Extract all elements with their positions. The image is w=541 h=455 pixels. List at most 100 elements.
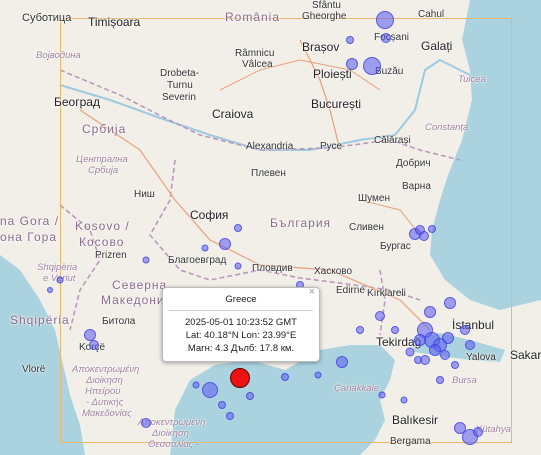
earthquake-dot[interactable] xyxy=(414,334,426,346)
city-label: Timișoara xyxy=(88,15,141,29)
earthquake-dot[interactable] xyxy=(391,326,399,334)
earthquake-dot[interactable] xyxy=(428,225,436,233)
country-label: она Гора xyxy=(0,230,58,244)
city-label: Сливен xyxy=(349,222,384,233)
city-label: Благоевград xyxy=(168,255,227,266)
earthquake-dot[interactable] xyxy=(226,412,234,420)
earthquake-popup: × Greece 2025-05-01 10:23:52 GMT Lat: 40… xyxy=(162,286,320,362)
earthquake-dot[interactable] xyxy=(376,11,394,29)
city-label: Варна xyxy=(402,181,431,192)
city-label: Русе xyxy=(320,141,343,152)
country-label: Kosovo / xyxy=(75,219,130,233)
earthquake-dot[interactable] xyxy=(442,332,454,344)
popup-divider xyxy=(169,310,313,311)
city-label: Београд xyxy=(54,95,100,109)
earthquake-dot[interactable] xyxy=(89,340,99,350)
country-label: Србија xyxy=(82,122,127,136)
earthquake-dot[interactable] xyxy=(440,350,450,360)
earthquake-dot[interactable] xyxy=(234,262,242,270)
earthquake-dot[interactable] xyxy=(234,224,242,232)
city-label: Битола xyxy=(102,316,136,327)
earthquake-dot[interactable] xyxy=(405,347,415,357)
earthquake-dot[interactable] xyxy=(436,376,444,384)
city-label: Brașov xyxy=(302,40,340,54)
country-label: България xyxy=(270,216,332,230)
city-label: Vlorë xyxy=(22,364,46,375)
selected-earthquake-marker[interactable] xyxy=(230,368,250,388)
city-label: Turnu xyxy=(167,80,193,91)
earthquake-dot[interactable] xyxy=(218,401,226,409)
city-label: Бургас xyxy=(380,241,411,252)
region-label: Tulcea xyxy=(458,74,486,85)
earthquake-dot[interactable] xyxy=(281,373,289,381)
earthquake-dot[interactable] xyxy=(202,382,218,398)
earthquake-dot[interactable] xyxy=(141,418,151,428)
region-label: Constanța xyxy=(425,122,469,133)
country-label: Северна xyxy=(112,278,168,292)
city-label: Плевен xyxy=(251,168,286,179)
earthquake-dot[interactable] xyxy=(424,306,436,318)
city-label: Balıkesir xyxy=(392,413,439,427)
earthquake-dot[interactable] xyxy=(314,371,322,379)
city-label: Yalova xyxy=(466,352,496,363)
earthquake-dot[interactable] xyxy=(414,356,422,364)
earthquake-dot[interactable] xyxy=(400,396,408,404)
popup-datetime: 2025-05-01 10:23:52 GMT xyxy=(185,317,297,328)
city-label: Bergama xyxy=(390,436,431,447)
earthquake-dot[interactable] xyxy=(346,36,354,44)
city-label: Шумен xyxy=(358,193,391,204)
city-label: İstanbul xyxy=(452,318,495,332)
earthquake-dot[interactable] xyxy=(465,340,475,350)
region-label: Србија xyxy=(88,165,119,176)
city-label: Prizren xyxy=(95,250,127,261)
city-label: Sakar xyxy=(510,348,541,362)
earthquake-dot[interactable] xyxy=(56,276,64,284)
earthquake-dot[interactable] xyxy=(201,244,209,252)
city-label: Ploiești xyxy=(313,67,352,81)
region-label: Çanakkale xyxy=(334,383,379,394)
earthquake-dot[interactable] xyxy=(192,381,200,389)
earthquake-dot[interactable] xyxy=(460,325,470,335)
city-label: Пловдив xyxy=(252,263,293,274)
country-label: na Gora / xyxy=(0,214,60,228)
region-label: Војводина xyxy=(36,50,81,61)
earthquake-dot[interactable] xyxy=(363,57,381,75)
city-label: Severin xyxy=(162,92,196,103)
earthquake-dot[interactable] xyxy=(454,422,466,434)
city-label: Gheorghe xyxy=(302,11,347,22)
city-label: Edirne xyxy=(336,285,365,296)
earthquake-dot[interactable] xyxy=(356,326,364,334)
city-label: София xyxy=(190,208,229,222)
city-label: Kırklareli xyxy=(367,288,406,299)
earthquake-dot[interactable] xyxy=(219,238,231,250)
city-label: Добрич xyxy=(396,158,431,169)
earthquake-dot[interactable] xyxy=(419,231,429,241)
city-label: Alexandria xyxy=(246,141,294,152)
earthquake-dot[interactable] xyxy=(336,356,348,368)
popup-coordinates: Lat: 40.18°N Lon: 23.99°E xyxy=(185,330,297,341)
city-label: Drobeta- xyxy=(160,68,199,79)
country-label: Shqipëria xyxy=(10,313,70,327)
earthquake-dot[interactable] xyxy=(381,33,391,43)
city-label: Călărași xyxy=(374,135,411,146)
city-label: Vâlcea xyxy=(242,59,273,70)
city-label: Focșani xyxy=(374,32,410,43)
earthquake-dot[interactable] xyxy=(375,311,385,321)
city-label: Cahul xyxy=(418,9,445,20)
city-label: Суботица xyxy=(22,12,72,24)
earthquake-dot[interactable] xyxy=(444,297,456,309)
earthquake-dot[interactable] xyxy=(246,392,254,400)
country-label: România xyxy=(225,10,281,24)
city-label: Galați xyxy=(421,39,453,53)
earthquake-dot[interactable] xyxy=(451,361,459,369)
city-label: Ниш xyxy=(134,189,155,200)
earthquake-dot[interactable] xyxy=(378,391,386,399)
region-label: Θεσσαλίας - xyxy=(148,439,200,450)
close-icon[interactable]: × xyxy=(309,286,315,298)
city-label: București xyxy=(311,97,362,111)
earthquake-dot[interactable] xyxy=(142,256,150,264)
earthquake-dot[interactable] xyxy=(346,58,358,70)
region-label: Μακεδονίας xyxy=(82,408,132,419)
earthquake-dot[interactable] xyxy=(473,427,483,437)
earthquake-dot[interactable] xyxy=(47,287,53,293)
